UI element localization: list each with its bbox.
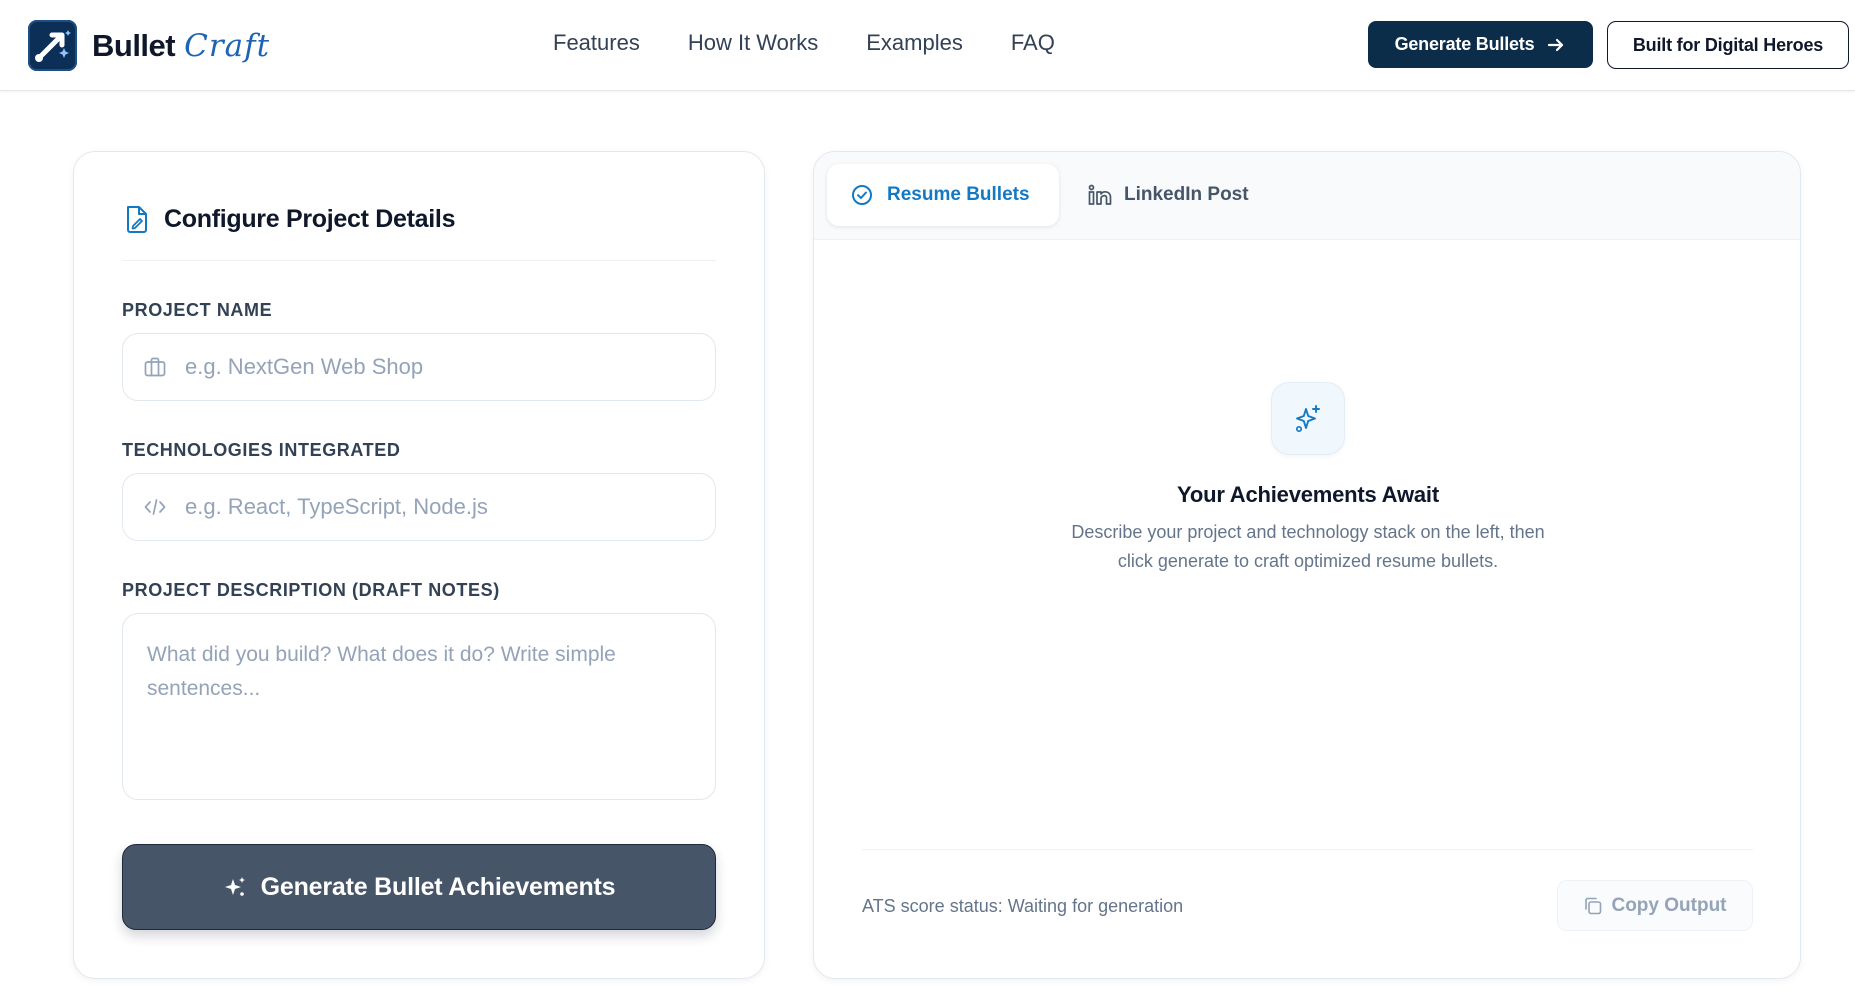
generate-bullets-button[interactable]: Generate Bullets — [1368, 21, 1593, 68]
brand-name: Bullet — [92, 27, 176, 63]
project-name-input[interactable] — [185, 354, 685, 380]
output-card: Resume Bullets LinkedIn Post Your Achiev… — [813, 151, 1801, 979]
arrow-right-icon — [1548, 38, 1564, 51]
tab-resume-bullets-label: Resume Bullets — [887, 184, 1030, 205]
output-tabbar: Resume Bullets LinkedIn Post — [814, 152, 1800, 240]
nav-link-how-it-works[interactable]: How It Works — [688, 30, 818, 56]
built-for-digital-heroes-button[interactable]: Built for Digital Heroes — [1607, 21, 1849, 69]
copy-icon — [1585, 897, 1602, 914]
top-navbar: Bullet Craft Features How It Works Examp… — [0, 0, 1855, 91]
project-name-label: PROJECT NAME — [122, 300, 273, 320]
project-name-field[interactable] — [122, 333, 716, 401]
empty-state-title: Your Achievements Await — [1177, 482, 1439, 507]
brand-accent: Craft — [184, 27, 271, 64]
technologies-input[interactable] — [185, 494, 685, 520]
copy-output-button[interactable]: Copy Output — [1557, 880, 1753, 931]
generate-bullets-label: Generate Bullets — [1394, 34, 1535, 54]
generate-achievements-button[interactable]: Generate Bullet Achievements — [122, 844, 716, 930]
code-icon — [144, 496, 166, 518]
empty-state-description: Describe your project and technology sta… — [1071, 522, 1545, 571]
ats-status-text: ATS score status: Waiting for generation — [862, 896, 1184, 916]
config-card-header: Configure Project Details — [124, 204, 455, 234]
nav-link-features[interactable]: Features — [553, 30, 640, 56]
divider — [862, 849, 1753, 850]
tab-resume-bullets[interactable]: Resume Bullets — [827, 164, 1059, 226]
empty-state-sparkles-icon — [1271, 382, 1345, 455]
config-card-title: Configure Project Details — [164, 204, 456, 233]
nav-link-faq[interactable]: FAQ — [1011, 30, 1055, 56]
file-edit-icon — [127, 206, 147, 233]
nav-link-examples[interactable]: Examples — [866, 30, 963, 56]
generate-achievements-label: Generate Bullet Achievements — [260, 872, 616, 901]
logo-icon — [28, 20, 77, 71]
description-field[interactable] — [122, 613, 716, 800]
technologies-label: TECHNOLOGIES INTEGRATED — [122, 440, 401, 460]
nav-links: Features How It Works Examples FAQ — [553, 30, 1103, 56]
copy-output-label: Copy Output — [1611, 894, 1727, 916]
check-circle-icon — [852, 185, 872, 205]
description-label: PROJECT DESCRIPTION (DRAFT NOTES) — [122, 580, 500, 600]
brand-logo-link[interactable]: Bullet Craft — [28, 20, 270, 71]
config-card: Configure Project Details PROJECT NAME T… — [73, 151, 765, 979]
briefcase-icon — [144, 356, 166, 378]
description-textarea[interactable] — [147, 638, 687, 778]
linkedin-icon — [1088, 184, 1112, 205]
built-for-digital-heroes-label: Built for Digital Heroes — [1632, 34, 1824, 55]
sparkles-icon — [224, 877, 245, 896]
tab-linkedin-post-label: LinkedIn Post — [1124, 184, 1249, 205]
divider — [122, 260, 716, 261]
tab-linkedin-post[interactable]: LinkedIn Post — [1072, 164, 1249, 226]
technologies-field[interactable] — [122, 473, 716, 541]
